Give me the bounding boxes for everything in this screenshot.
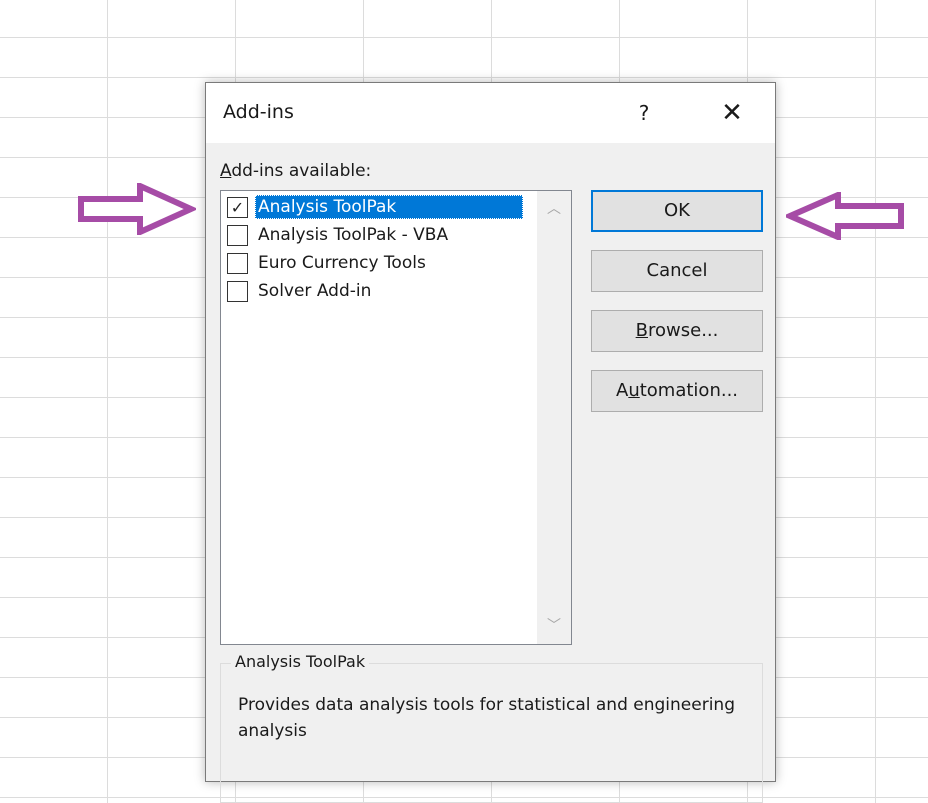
mnemonic-letter: u <box>628 380 640 401</box>
list-item-euro-currency-tools[interactable]: Euro Currency Tools <box>225 250 533 276</box>
scroll-up-icon[interactable]: ︿ <box>537 194 571 224</box>
description-groupbox: Analysis ToolPak Provides data analysis … <box>220 652 763 803</box>
scroll-down-icon[interactable]: ﹀ <box>537 611 571 641</box>
left-pointing-arrow-annotation <box>786 192 904 240</box>
list-item-solver-add-in[interactable]: Solver Add-in <box>225 278 533 304</box>
automation-button[interactable]: Automation... <box>591 370 763 412</box>
list-item-label: Analysis ToolPak - VBA <box>258 225 449 245</box>
button-label: tomation... <box>639 380 739 401</box>
mnemonic-letter: B <box>635 320 648 341</box>
close-button[interactable]: ✕ <box>709 93 755 133</box>
list-item-analysis-toolpak-vba[interactable]: Analysis ToolPak - VBA <box>225 222 533 248</box>
groupbox-title: Analysis ToolPak <box>231 652 370 671</box>
add-ins-dialog: Add-ins ? ✕ Add-ins available: ✓ Analysi… <box>205 82 776 803</box>
add-in-description: Provides data analysis tools for statist… <box>238 695 735 741</box>
cancel-button[interactable]: Cancel <box>591 250 763 292</box>
checkbox[interactable] <box>227 253 248 274</box>
browse-button[interactable]: Browse... <box>591 310 763 352</box>
mnemonic-letter: A <box>220 161 232 181</box>
checkbox[interactable] <box>227 281 248 302</box>
vertical-scrollbar[interactable]: ︿ ﹀ <box>537 191 571 644</box>
checkbox[interactable]: ✓ <box>227 197 248 218</box>
add-ins-available-label: Add-ins available: <box>220 161 371 181</box>
list-item-analysis-toolpak[interactable]: ✓ Analysis ToolPak <box>225 194 533 220</box>
list-item-label: Solver Add-in <box>258 281 372 301</box>
list-item-label: Euro Currency Tools <box>258 253 426 273</box>
dialog-title: Add-ins <box>223 101 294 123</box>
button-label-prefix: A <box>615 380 629 401</box>
add-ins-listbox[interactable]: ✓ Analysis ToolPak Analysis ToolPak - VB… <box>220 190 572 645</box>
list-item-label: Analysis ToolPak <box>255 195 523 219</box>
dialog-title-bar[interactable]: Add-ins ? ✕ <box>206 83 775 143</box>
button-label: rowse... <box>648 320 719 341</box>
help-button[interactable]: ? <box>626 93 662 133</box>
checkbox[interactable] <box>227 225 248 246</box>
ok-button[interactable]: OK <box>591 190 763 232</box>
label-text: dd-ins available: <box>231 161 372 181</box>
right-pointing-arrow-annotation <box>78 183 196 235</box>
